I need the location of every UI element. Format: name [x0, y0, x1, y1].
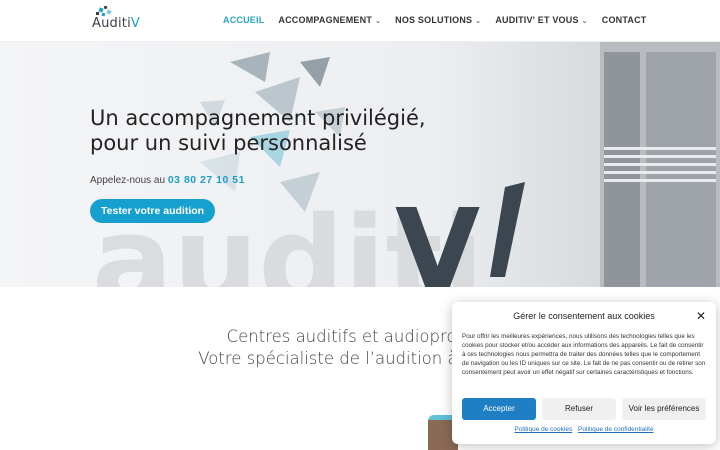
accept-cookies-button[interactable]: Accepter — [462, 398, 536, 420]
nav-auditiv-et-vous[interactable]: Auditiv' et vous ⌄ — [495, 15, 587, 25]
cookie-consent-dialog: Gérer le consentement aux cookies ✕ Pour… — [452, 302, 716, 444]
chevron-down-icon: ⌄ — [475, 18, 482, 25]
phone-link[interactable]: 03 80 27 10 51 — [168, 174, 245, 186]
test-audition-button[interactable]: Tester votre audition — [90, 199, 216, 223]
cookie-buttons: Accepter Refuser Voir les préférences — [462, 398, 706, 420]
svg-text:V: V — [395, 185, 480, 287]
nav-contact[interactable]: Contact — [602, 15, 647, 25]
refuse-cookies-button[interactable]: Refuser — [542, 398, 616, 420]
main-nav: Accueil Accompagnement ⌄ Nos solutions ⌄ A… — [223, 15, 660, 25]
nav-nos-solutions[interactable]: Nos solutions ⌄ — [395, 15, 481, 25]
cookie-description: Pour offrir les meilleures expériences, … — [462, 333, 706, 376]
hero-phone-line: Appelez-nous au 03 80 27 10 51 — [90, 174, 245, 186]
nav-accompagnement[interactable]: Accompagnement ⌄ — [278, 15, 381, 25]
close-icon[interactable]: ✕ — [696, 309, 706, 323]
logo-wordmark[interactable]: AuditiV — [92, 16, 140, 31]
nav-accueil[interactable]: Accueil — [223, 15, 264, 25]
view-preferences-button[interactable]: Voir les préférences — [622, 398, 706, 420]
privacy-policy-link[interactable]: Politique de confidentialité — [578, 426, 654, 433]
cookie-policy-link[interactable]: Politique de cookies — [514, 426, 572, 433]
chevron-down-icon: ⌄ — [375, 18, 382, 25]
hero-banner: auditi V Un accompagnement privilégié, p… — [0, 42, 720, 287]
chevron-down-icon: ⌄ — [581, 18, 588, 25]
cookie-title: Gérer le consentement aux cookies — [513, 311, 655, 321]
hero-title: Un accompagnement privilégié, pour un su… — [90, 106, 426, 155]
hero-background-image: auditi V — [92, 42, 720, 287]
site-header: AuditiV Accueil Accompagnement ⌄ Nos solu… — [0, 0, 720, 42]
cookie-links: Politique de cookies Politique de confid… — [452, 426, 716, 433]
